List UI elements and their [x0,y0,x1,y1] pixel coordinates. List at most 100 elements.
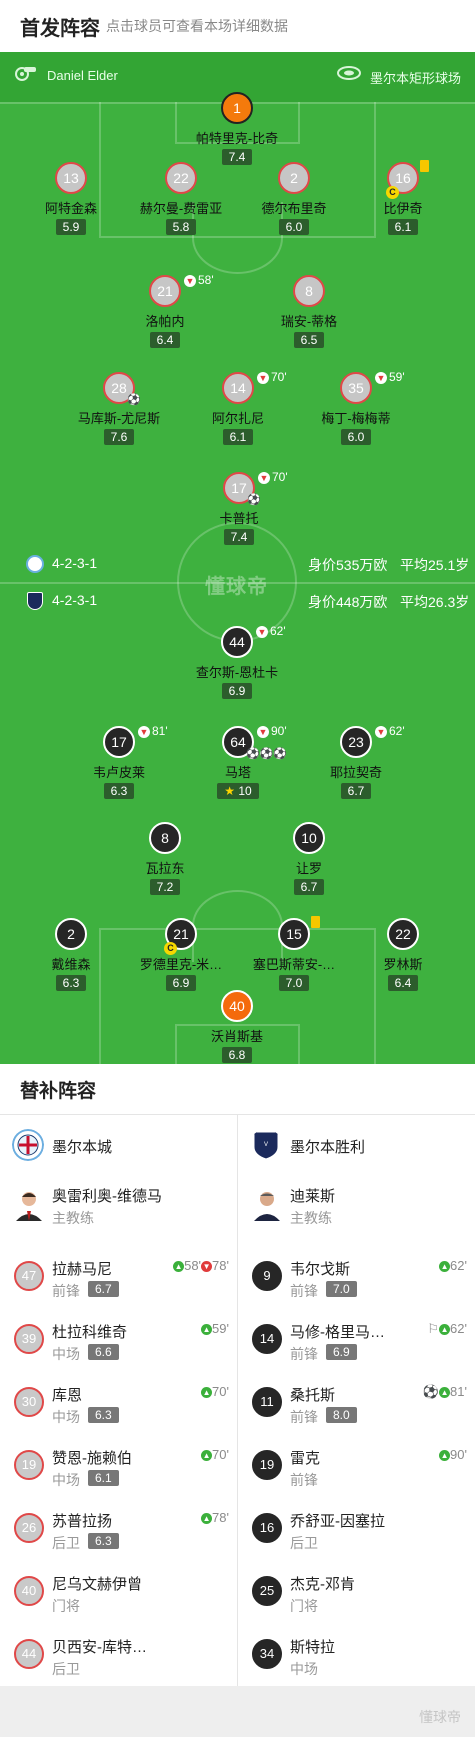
sub-off-time: ▼ 70' [258,470,288,484]
sub-position: 后卫 [52,1661,80,1677]
sub-player[interactable]: 34 斯特拉 中场 [238,1623,475,1686]
player-name: 洛帕内 [145,314,185,329]
player-number: 8 [149,822,181,854]
sub-number: 44 [14,1639,44,1669]
sub-rating: 6.1 [88,1470,119,1486]
player-rating: ★ 10 [217,783,259,799]
sub-number: 47 [14,1261,44,1291]
away-player[interactable]: 23 ▼ 62' 耶拉契奇 6.7 [291,724,421,800]
sub-on-icon: ▲ [439,1324,451,1336]
sub-player[interactable]: 40 尼乌文赫伊曾 门将 [0,1560,237,1623]
player-name: 罗德里克-米… [139,957,223,972]
away-player[interactable]: 17 ▼ 81' 韦卢皮莱 6.3 [54,724,184,800]
home-player[interactable]: 21 ▼ 58' 洛帕内 6.4 [100,273,230,349]
venue-name: 墨尔本矩形球场 [370,71,462,86]
away-crest-icon [27,592,43,610]
away-team-header: V 墨尔本胜利 [238,1115,475,1175]
sub-player[interactable]: 19 赞恩-施赖伯 中场 6.1 ▲ 70' [0,1434,237,1497]
sub-off-time: ▼ 62' [375,724,405,738]
player-rating: 6.1 [222,429,254,445]
sub-player[interactable]: 30 库恩 中场 6.3 ▲ 70' [0,1371,237,1434]
sub-position: 前锋 [290,1472,318,1488]
yellow-card-icon [420,160,429,172]
player-number: 1 [221,92,253,124]
sub-player[interactable]: 9 韦尔戈斯 前锋 7.0 ▲ 62' [238,1245,475,1308]
home-player[interactable]: 14 ▼ 70' 阿尔扎尼 6.1 [173,370,303,446]
away-team-name: 墨尔本胜利 [290,1139,366,1156]
sub-name: 乔舒亚-因塞拉 [290,1513,385,1530]
melbourne-victory-logo-icon: V [253,1131,279,1160]
sub-position: 中场 [52,1472,80,1488]
player-number: 44 [221,626,253,658]
sub-player[interactable]: 25 杰克-邓肯 门将 [238,1560,475,1623]
sub-rating: 6.3 [88,1407,119,1423]
home-player[interactable]: 17 ▼ 70' ⚽ 卡普托 7.4 [174,470,304,546]
lineup-header: 首发阵容 点击球员可查看本场详细数据 [0,0,475,52]
away-player[interactable]: 8 瓦拉东 7.2 [100,822,230,896]
sub-position: 门将 [290,1598,318,1614]
player-name: 瓦拉东 [145,861,185,876]
sub-player[interactable]: 26 苏普拉扬 后卫 6.3 ▲ 78' [0,1497,237,1560]
away-player-gk[interactable]: 40 沃肖斯基 6.8 [172,990,302,1064]
sub-player[interactable]: 19 雷克 前锋 ▲ 90' [238,1434,475,1497]
sub-off-icon: ▼ [256,625,268,638]
referee-name: Daniel Elder [47,68,118,83]
player-number: 10 [293,822,325,854]
player-rating: 6.9 [165,975,197,991]
home-player[interactable]: 8 瑞安-蒂格 6.5 [244,275,374,349]
sub-on-icon: ▲ [173,1261,185,1273]
sub-position: 前锋 [290,1346,318,1362]
sub-player[interactable]: 47 拉赫马尼 前锋 6.7 ▲ 58' ▼ 78' [0,1245,237,1308]
sub-events: ▲ 59' [201,1321,229,1336]
player-rating: 5.8 [165,219,197,235]
sub-rating: 6.7 [88,1281,119,1297]
sub-player[interactable]: 16 乔舒亚-因塞拉 后卫 [238,1497,475,1560]
sub-player[interactable]: 11 桑托斯 前锋 8.0 ⚽ ▲ 81' [238,1371,475,1434]
player-rating: 6.3 [55,975,87,991]
player-number: 22 [387,918,419,950]
sub-rating: 8.0 [326,1407,357,1423]
assist-icon: ⚐ [427,1321,440,1336]
sub-player[interactable]: 44 贝西安-库特… 后卫 [0,1623,237,1686]
away-market-value: 身价448万欧 [308,594,388,610]
away-formation: 4-2-3-1 [52,592,98,608]
home-player[interactable]: 22 赫尔曼-费雷亚 5.8 [116,162,246,236]
home-average-age: 平均25.1岁 [400,557,470,573]
star-icon: ★ [224,784,236,798]
sub-off-time: ▼ 70' [257,370,287,384]
player-rating: 6.9 [221,683,253,699]
home-coach[interactable]: 奥雷利奥-维德马 主教练 [0,1175,237,1237]
player-name: 赫尔曼-费雷亚 [139,201,223,216]
sub-position: 后卫 [52,1535,80,1551]
home-player[interactable]: 16 C 比伊奇 6.1 [338,160,468,236]
home-player[interactable]: 28 ⚽ 马库斯-尤尼斯 7.6 [54,372,184,446]
sub-off-icon: ▼ [201,1261,213,1273]
home-player-gk[interactable]: 1 帕特里克-比奇 7.4 [172,92,302,166]
goal-icon: ⚽ [247,494,261,506]
sub-position: 中场 [290,1661,318,1677]
home-player[interactable]: 35 ▼ 59' 梅丁-梅梅蒂 6.0 [291,370,421,446]
coach-name: 奥雷利奥-维德马 [52,1188,162,1205]
sub-rating: 7.0 [326,1281,357,1297]
player-name: 梅丁-梅梅蒂 [321,411,391,426]
sub-name: 桑托斯 [290,1387,336,1404]
sub-events: ▲ 62' [439,1258,467,1273]
sub-name: 拉赫马尼 [52,1261,113,1278]
sub-events: ⚐ ▲ 62' [427,1321,467,1336]
sub-off-icon: ▼ [184,274,196,287]
sub-player[interactable]: 39 杜拉科维奇 中场 6.6 ▲ 59' [0,1308,237,1371]
sub-name: 赞恩-施赖伯 [52,1450,132,1467]
away-player[interactable]: 64 ▼ 90' ⚽⚽⚽ 马塔 ★ 10 [173,724,303,800]
player-name: 马库斯-尤尼斯 [77,411,161,426]
player-name: 沃肖斯基 [210,1029,263,1044]
player-number: 2 [55,918,87,950]
away-player[interactable]: 22 罗林斯 6.4 [338,918,468,992]
sub-player[interactable]: 14 马修-格里马… 前锋 6.9 ⚐ ▲ 62' [238,1308,475,1371]
away-player[interactable]: 21 C 罗德里克-米… 6.9 [116,918,246,992]
coach-role: 主教练 [290,1210,332,1226]
whistle-icon [15,67,36,81]
sub-position: 前锋 [290,1409,318,1425]
away-coach[interactable]: 迪莱斯 主教练 [238,1175,475,1237]
away-player[interactable]: 44 ▼ 62' 查尔斯-恩杜卡 6.9 [172,624,302,700]
away-player[interactable]: 10 让罗 6.7 [244,822,374,896]
